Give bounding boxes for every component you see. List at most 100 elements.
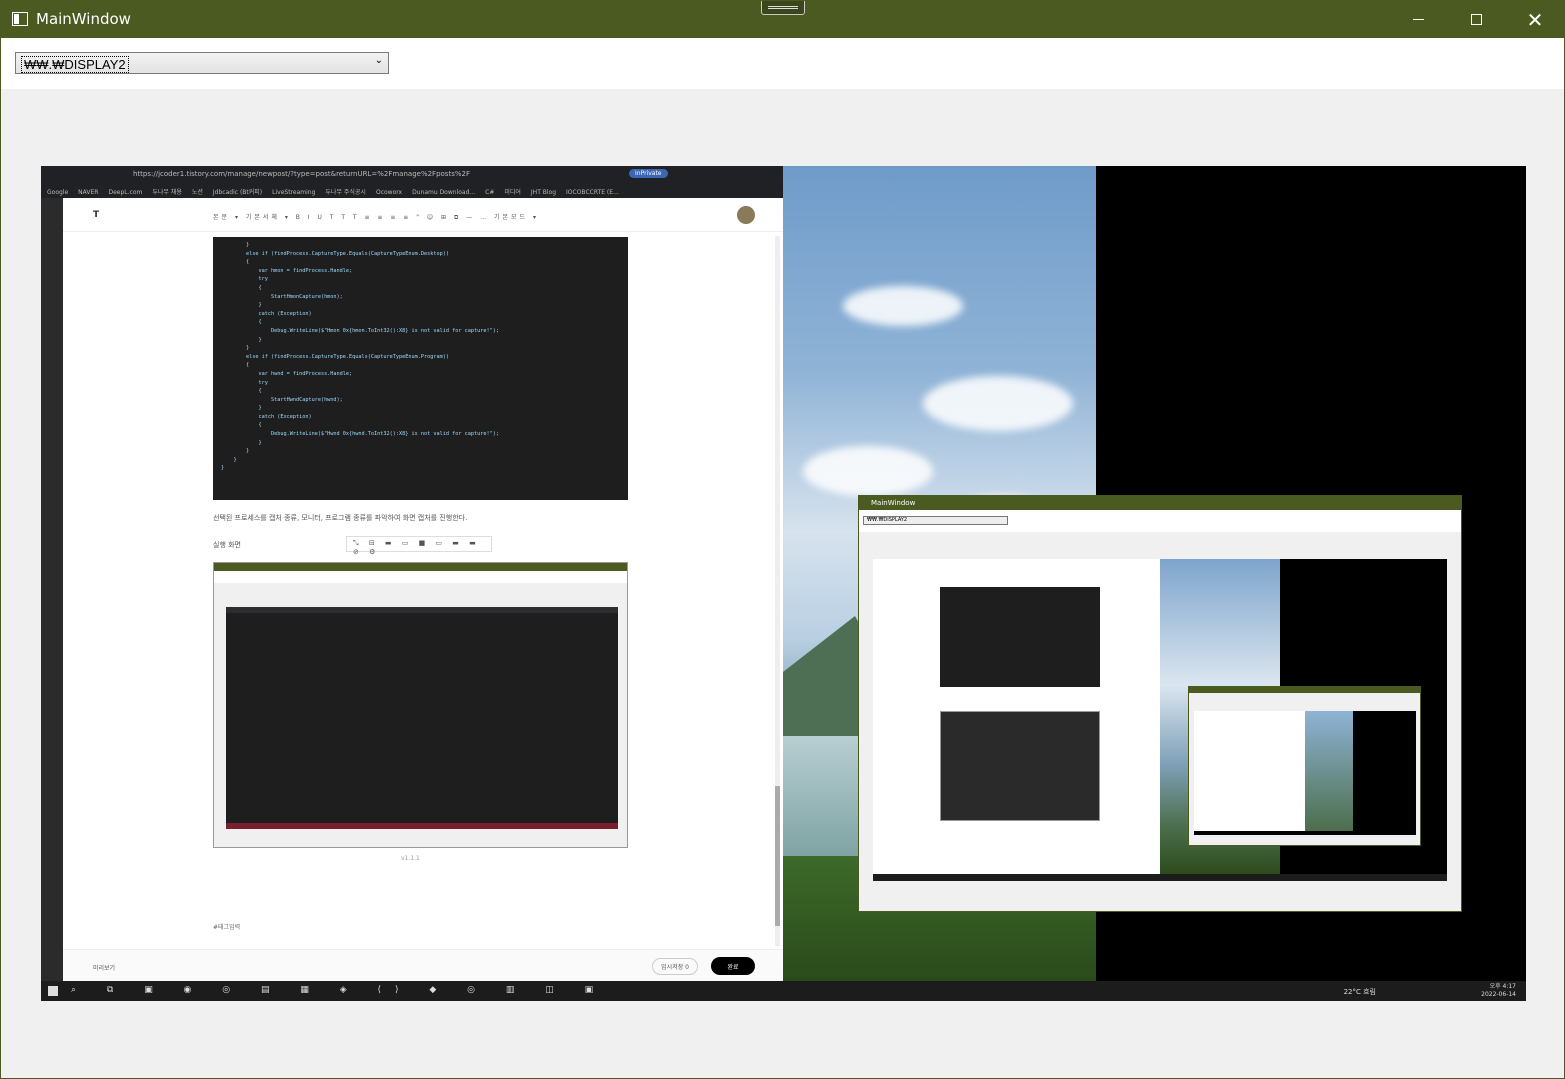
display-select-value: ₩₩.₩DISPLAY2	[21, 56, 129, 73]
minimize-button[interactable]	[1389, 1, 1447, 38]
code-line: }	[221, 242, 250, 248]
nested-captured-screen	[873, 559, 1447, 881]
code-line: else if (findProcess.CaptureType.Equals(…	[221, 353, 449, 360]
main-window: MainWindow ✕ ₩₩.₩DISPLAY2 ⌄ https://jcod…	[0, 0, 1565, 1079]
title-bar[interactable]: MainWindow ✕	[1, 1, 1564, 38]
bookmark-item: 노션	[191, 189, 203, 196]
bookmark-item: Jdbcadic (Bt커피)	[212, 189, 263, 196]
code-line: StartHmonCapture(hmon);	[221, 293, 343, 300]
chevron-down-icon: ⌄	[374, 55, 383, 66]
code-line: var hwnd = findProcess.Handle;	[221, 370, 353, 377]
window-grip-handle[interactable]	[761, 1, 805, 15]
browser-address-bar: https://jcoder1.tistory.com/manage/newpo…	[41, 166, 783, 184]
cloud-shape	[923, 376, 1073, 431]
bookmark-item: JHT Blog	[530, 189, 557, 196]
code-line: }	[221, 345, 250, 352]
bookmark-item: IOCOBCCRTE (E...	[566, 189, 619, 196]
code-line: {	[221, 284, 262, 291]
nested-embedded-screenshot	[940, 711, 1100, 821]
display-select[interactable]: ₩₩.₩DISPLAY2 ⌄	[15, 52, 389, 74]
code-line: {	[221, 259, 250, 266]
code-line: }	[221, 465, 225, 472]
minimize-icon	[1412, 19, 1424, 20]
code-line: Debug.WriteLine($"Hmon 0x{hmon.ToInt32()…	[221, 327, 499, 334]
bookmark-item: Dunamu Download...	[412, 189, 476, 196]
taskbar-app-icons: ⌕ ⧉ ▣ ◉ ◎ ▤ ▦ ◈ ⟨⟩ ◆ ◎ ▥ ◫ ▣	[71, 985, 608, 995]
maximize-button[interactable]	[1447, 1, 1505, 38]
bookmarks-bar: Google NAVER DeepL.com 두나무 채용 노션 Jdbcadic (Bt…	[41, 184, 783, 198]
bookmark-item: Ocoworx	[375, 189, 403, 196]
windows-start-icon	[48, 986, 58, 996]
taskbar-weather: 22°C 흐림	[1343, 988, 1376, 996]
browser-side-strip	[41, 198, 63, 981]
post-body-text: 선택된 프로세스를 캡처 종류, 모니터, 프로그램 종류를 파악하여 화면 캡…	[213, 514, 468, 522]
code-line: catch (Exception)	[221, 413, 312, 420]
toolbar: ₩₩.₩DISPLAY2 ⌄	[1, 38, 1564, 89]
code-line: {	[221, 319, 262, 326]
embedded-screenshot	[213, 562, 628, 848]
window-title: MainWindow	[36, 10, 131, 28]
code-line: }	[221, 405, 262, 412]
code-line: Debug.WriteLine($"Hwnd 0x{hwnd.ToInt32()…	[221, 431, 499, 438]
captured-browser-window: https://jcoder1.tistory.com/manage/newpo…	[41, 166, 783, 981]
nested-main-window: MainWindow ₩₩.₩DISPLAY2	[858, 495, 1462, 912]
close-button[interactable]: ✕	[1506, 1, 1564, 38]
cloud-shape	[803, 446, 933, 496]
browser-url: https://jcoder1.tistory.com/manage/newpo…	[133, 170, 470, 178]
preview-button: 미리보기	[93, 965, 116, 972]
bookmark-item: LiveStreaming	[272, 189, 316, 196]
nested-taskbar	[873, 874, 1447, 881]
maximize-icon	[1470, 14, 1482, 25]
bookmark-item: 두나무 채용	[152, 189, 182, 196]
code-line: }	[221, 302, 262, 309]
nested-browser	[873, 559, 1160, 874]
code-line: }	[221, 456, 237, 463]
nested-code-block	[940, 587, 1100, 687]
code-line: {	[221, 362, 250, 369]
temp-save-button: 임시저장 0	[652, 958, 698, 975]
nested-window-title: MainWindow	[859, 496, 1461, 510]
publish-button: 완료	[711, 957, 755, 975]
bookmark-item: 두나무 주식공시	[325, 189, 366, 196]
code-line: var hmon = findProcess.Handle;	[221, 267, 353, 274]
editor-scrollbar	[775, 236, 780, 946]
code-line: }	[221, 439, 262, 446]
taskbar-time: 오후 4:17	[1489, 983, 1516, 990]
bookmark-item: C#	[485, 189, 495, 196]
editor-format-toolbar: 본문 ▾ 기본서체 ▾ B I U T T T ≡ ≡ ≡ ≡ " ☺ ⊞ ⧉ …	[213, 214, 539, 221]
image-caption: v1.1.1	[401, 855, 420, 862]
app-window-icon	[12, 12, 28, 26]
tistory-logo-icon: T	[93, 210, 100, 220]
embedded-ide-screen	[226, 607, 618, 829]
code-line: catch (Exception)	[221, 310, 312, 317]
temp-save-label: 임시저장	[661, 964, 684, 971]
tag-input: #태그입력	[213, 924, 241, 931]
embedded-title-bar	[214, 563, 627, 571]
code-line: else if (findProcess.CaptureType.Equals(…	[221, 250, 449, 257]
code-line: {	[221, 422, 262, 429]
nested-toolbar: ₩₩.₩DISPLAY2	[859, 510, 1461, 532]
temp-save-count: 0	[685, 964, 689, 971]
taskbar-date: 2022-06-14	[1481, 991, 1516, 998]
avatar	[737, 206, 755, 224]
code-line: }	[221, 336, 262, 343]
nested-display-select: ₩₩.₩DISPLAY2	[863, 516, 1008, 525]
code-line: {	[221, 388, 262, 395]
code-block: } else if (findProcess.CaptureType.Equal…	[213, 237, 628, 500]
nested-nested-screen	[1194, 711, 1416, 835]
embedded-toolbar	[214, 571, 627, 583]
captured-screen: https://jcoder1.tistory.com/manage/newpo…	[41, 166, 1526, 1001]
bookmark-item: NAVER	[78, 189, 99, 196]
captured-taskbar: ⌕ ⧉ ▣ ◉ ◎ ▤ ▦ ◈ ⟨⟩ ◆ ◎ ▥ ◫ ▣ 22°C 흐림 오후 …	[41, 981, 1526, 1001]
code-line: StartHwndCapture(hwnd);	[221, 396, 343, 403]
editor-header: T 본문 ▾ 기본서체 ▾ B I U T T T ≡ ≡ ≡ ≡ " ☺ ⊞ …	[63, 198, 783, 232]
code-line: try	[221, 379, 268, 386]
code-line: }	[221, 448, 250, 455]
code-line: try	[221, 276, 268, 283]
close-icon: ✕	[1526, 7, 1544, 32]
inprivate-badge: InPrivate	[629, 169, 668, 178]
run-screen-heading: 실행 화면	[213, 541, 241, 549]
taskbar-clock: 오후 4:17 2022-06-14	[1481, 983, 1516, 999]
cloud-shape	[843, 286, 963, 326]
nested-nested-window	[1188, 686, 1421, 846]
